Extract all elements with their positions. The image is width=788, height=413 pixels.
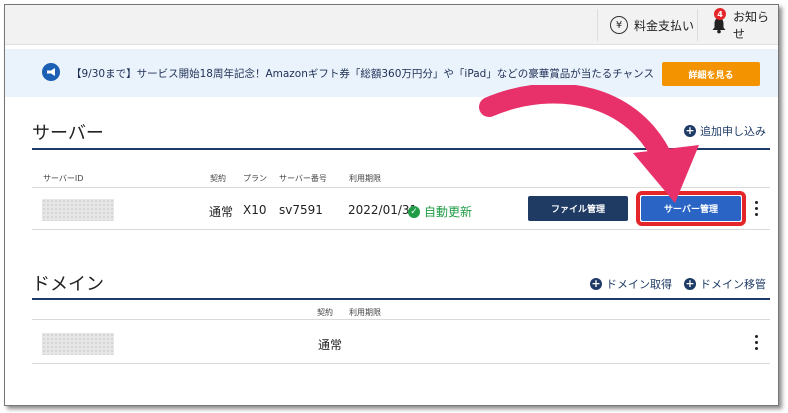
section-divider: [32, 298, 770, 300]
notification-badge: 4: [714, 8, 726, 20]
domain-column-contract: 契約: [317, 308, 333, 317]
bell-icon: 4: [711, 8, 727, 34]
row-divider: [32, 319, 770, 320]
column-header-server-number: サーバー番号: [279, 174, 327, 183]
billing-link[interactable]: ¥ 料金支払い: [610, 5, 694, 45]
column-header-server-id: サーバーID: [43, 174, 84, 183]
top-header: ¥ 料金支払い 4 お知らせ: [5, 5, 778, 45]
billing-label: 料金支払い: [634, 18, 695, 33]
app-frame: ¥ 料金支払い 4 お知らせ 【9/30まで】サービス開始18周年記念！Amaz…: [4, 4, 779, 406]
header-divider: [597, 9, 598, 41]
domain-column-expiry: 利用期限: [349, 308, 381, 317]
server-plan: X10: [243, 203, 267, 217]
auto-renew-label: 自動更新: [424, 205, 473, 219]
more-options-icon[interactable]: [753, 201, 759, 216]
row-divider: [32, 229, 770, 230]
column-header-expiry: 利用期限: [349, 174, 381, 183]
yen-icon: ¥: [610, 16, 628, 34]
auto-renew-status: ✓ 自動更新: [408, 203, 472, 220]
domain-acquire-label: ドメイン取得: [606, 278, 672, 291]
domain-transfer-label: ドメイン移管: [700, 278, 766, 291]
domain-name-redacted: [42, 333, 114, 355]
column-header-contract: 契約: [210, 174, 226, 183]
domain-section-title: ドメイン: [32, 274, 104, 295]
domain-contract: 通常: [318, 338, 343, 352]
plus-icon: +: [590, 277, 602, 290]
header-divider: [697, 9, 698, 41]
server-id-redacted: [42, 199, 114, 221]
plus-icon: +: [684, 277, 696, 290]
banner-details-button[interactable]: 詳細を見る: [662, 62, 760, 86]
server-number: sv7591: [279, 203, 323, 217]
server-section-title: サーバー: [32, 123, 104, 144]
notifications-link[interactable]: 4 お知らせ: [711, 5, 778, 45]
domain-acquire-link[interactable]: + ドメイン取得: [590, 276, 672, 292]
notifications-label: お知らせ: [733, 10, 770, 41]
more-options-icon[interactable]: [753, 335, 759, 350]
column-header-plan: プラン: [243, 174, 267, 183]
pointer-arrow-icon: [479, 85, 699, 203]
check-circle-icon: ✓: [408, 205, 420, 218]
megaphone-icon: [42, 63, 60, 81]
row-divider: [32, 363, 770, 364]
server-contract: 通常: [209, 205, 234, 219]
server-expiry: 2022/01/31: [348, 203, 418, 217]
domain-transfer-link[interactable]: + ドメイン移管: [684, 276, 766, 292]
